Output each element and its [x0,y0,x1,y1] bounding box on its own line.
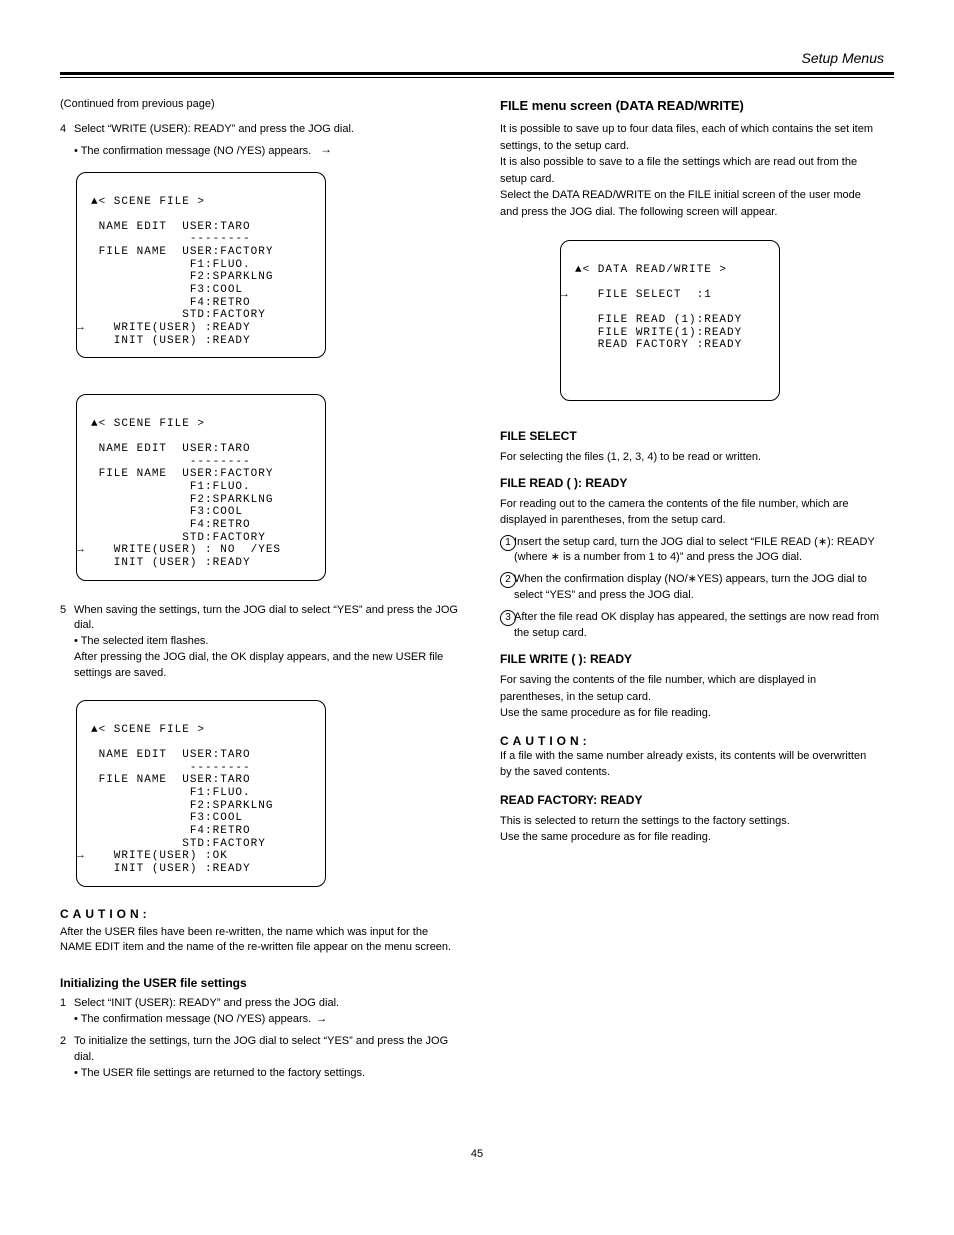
read-factory-body2: Use the same procedure as for file readi… [500,831,711,843]
screen4-file-read: FILE READ (1):READY [583,314,743,326]
screen1-f3: F3:COOL [91,284,243,296]
step5-number: 5 [60,603,74,683]
screen2-std: STD:FACTORY [91,532,266,544]
screen3-std: STD:FACTORY [91,838,266,850]
file-write-title: FILE WRITE ( ): READY [500,652,880,666]
screen1-f1: F1:FLUO. [91,259,251,271]
screen1-std: STD:FACTORY [91,309,266,321]
screen4-arrow: → [561,289,569,301]
screen1-title: ▲< SCENE FILE > [91,196,205,208]
continued-note: (Continued from previous page) [60,98,460,110]
screen3-underline: -------- [99,762,251,774]
screen2-underline: -------- [99,456,251,468]
step4-text: Select “WRITE (USER): READY” and press t… [74,122,460,138]
file-select-title: FILE SELECT [500,429,880,443]
screen1-file-name: FILE NAME USER:FACTORY [99,246,274,258]
caution1-label: CAUTION: [60,907,460,921]
screen4-title: ▲< DATA READ/WRITE > [575,264,727,276]
screen2-file-name: FILE NAME USER:FACTORY [99,468,274,480]
screen2-name-edit: NAME EDIT USER:TARO [99,443,251,455]
screen4: ▲< DATA READ/WRITE > → FILE SELECT :1 FI… [560,240,780,401]
screen2-f1: F1:FLUO. [91,481,251,493]
main-columns: (Continued from previous page) 4 Select … [60,98,894,1088]
screen3-file-name: FILE NAME USER:TARO [99,774,251,786]
step5-text2: After pressing the JOG dial, the OK disp… [74,651,443,679]
screen2-f3: F3:COOL [91,506,243,518]
step5-note: • The selected item flashes. [74,635,209,647]
init-step1-note: • The confirmation message (NO /YES) app… [74,1013,311,1025]
left-column: (Continued from previous page) 4 Select … [60,98,460,1088]
screen3-f3: F3:COOL [91,812,243,824]
screen2: ▲< SCENE FILE > NAME EDIT USER:TARO ----… [76,394,326,580]
file-read-step1: Insert the setup card, turn the JOG dial… [514,535,880,567]
file-select-body: For selecting the files (1, 2, 3, 4) to … [500,449,880,466]
screen1-name-edit: NAME EDIT USER:TARO [99,221,251,233]
rcol-body2: It is also possible to save to a file th… [500,156,857,185]
screen2-init: INIT (USER) :READY [99,557,251,569]
file-read-title: FILE READ ( ): READY [500,476,880,490]
file-write-body: For saving the contents of the file numb… [500,674,816,703]
screen2-arrow: → [77,544,85,556]
screen3-write: WRITE(USER) :OK [99,850,228,862]
right-column: FILE menu screen (DATA READ/WRITE) It is… [500,98,880,1088]
init-step2-note: • The USER file settings are returned to… [74,1067,365,1079]
right-arrow-icon: → [316,1013,327,1025]
page-number: 45 [60,1148,894,1160]
file-read-step2: When the confirmation display (NO/∗YES) … [514,572,880,604]
screen3-init: INIT (USER) :READY [99,863,251,875]
file-read-body: For reading out to the camera the conten… [500,496,880,529]
caution2-label: CAUTION: [500,734,880,748]
screen1-init: INIT (USER) :READY [99,335,251,347]
screen2-write: WRITE(USER) : NO /YES [99,544,281,556]
screen1-write: WRITE(USER) :READY [99,322,251,334]
read-factory-body: This is selected to return the settings … [500,815,790,827]
step5-text: When saving the settings, turn the JOG d… [74,604,458,632]
rcol-body3: Select the DATA READ/WRITE on the FILE i… [500,189,861,218]
init-step1: Select “INIT (USER): READY” and press th… [74,997,339,1009]
screen2-f4: F4:RETRO [91,519,251,531]
screen1: ▲< SCENE FILE > NAME EDIT USER:TARO ----… [76,172,326,358]
init-step2-num: 2 [60,1034,74,1082]
init-section-title: Initializing the USER file settings [60,976,460,990]
file-read-step3: After the file read OK display has appea… [514,610,880,642]
caution2-body: If a file with the same number already e… [500,748,880,781]
screen4-read-factory: READ FACTORY :READY [583,339,743,351]
step4-note: • The confirmation message (NO /YES) app… [74,144,460,160]
rcol-body1: It is possible to save up to four data f… [500,123,873,152]
screen1-underline: -------- [99,233,251,245]
screen3-f1: F1:FLUO. [91,787,251,799]
screen2-f2: F2:SPARKLNG [91,494,273,506]
screen1-f2: F2:SPARKLNG [91,271,273,283]
screen2-title: ▲< SCENE FILE > [91,418,205,430]
screen4-file-write: FILE WRITE(1):READY [583,327,743,339]
rcol-title: FILE menu screen (DATA READ/WRITE) [500,98,880,113]
read-factory-title: READ FACTORY: READY [500,793,880,807]
screen3-f2: F2:SPARKLNG [91,800,273,812]
screen1-arrow: → [77,322,85,334]
header-rule-thin [60,77,894,78]
screen1-f4: F4:RETRO [91,297,251,309]
page-header: Setup Menus [60,50,894,66]
file-write-body2: Use the same procedure as for file readi… [500,707,711,719]
caution1-body: After the USER files have been re-writte… [60,925,460,957]
screen3-f4: F4:RETRO [91,825,251,837]
header-rule-thick [60,72,894,75]
screen3: ▲< SCENE FILE > NAME EDIT USER:TARO ----… [76,700,326,886]
screen3-arrow: → [77,850,85,862]
step4-number: 4 [60,122,74,138]
screen3-name-edit: NAME EDIT USER:TARO [99,749,251,761]
init-step1-num: 1 [60,996,74,1028]
init-step2: To initialize the settings, turn the JOG… [74,1035,448,1063]
screen4-file-select: FILE SELECT :1 [583,289,712,301]
screen3-title: ▲< SCENE FILE > [91,724,205,736]
